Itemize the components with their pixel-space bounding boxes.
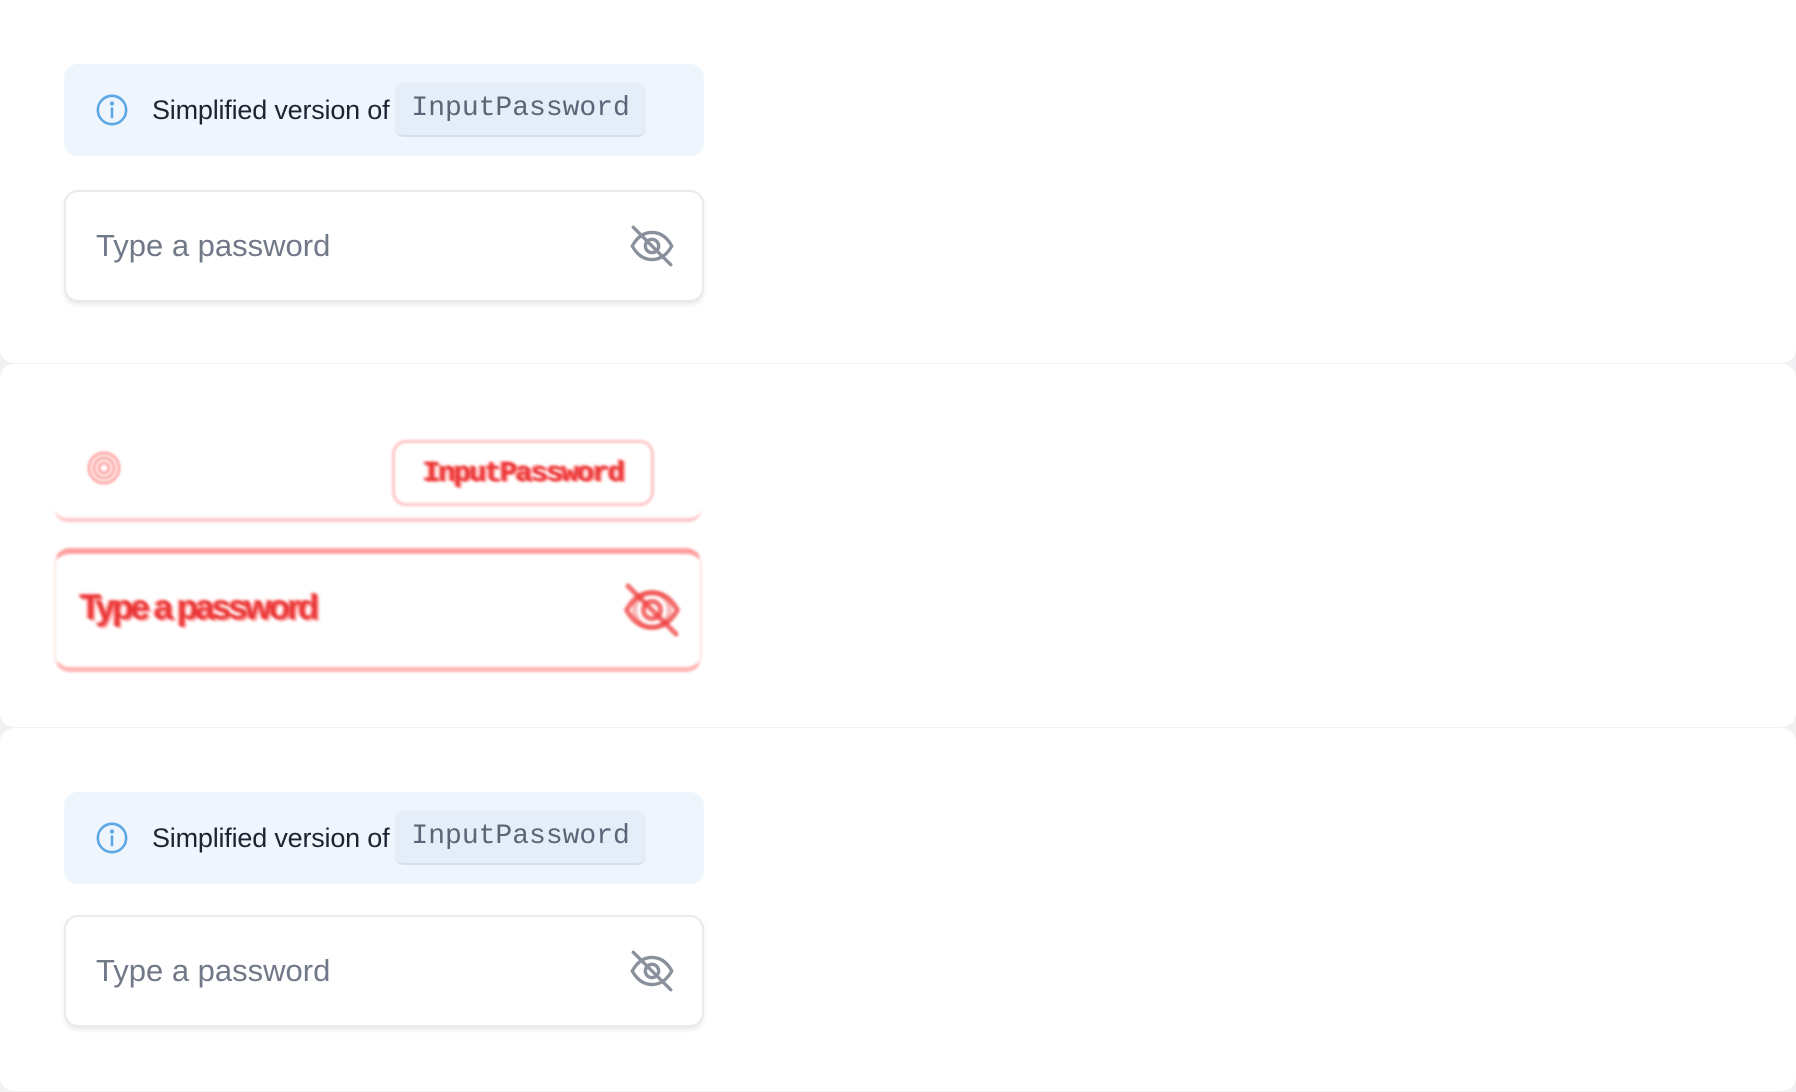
password-input[interactable] xyxy=(96,941,624,1001)
callout-text: Simplified version of xyxy=(152,94,390,125)
story-panel-bottom: Simplified version of InputPassword xyxy=(0,728,1796,1091)
info-callout: Simplified version of InputPassword xyxy=(64,64,704,156)
code-chip: InputPassword xyxy=(395,811,646,865)
code-chip: InputPassword xyxy=(395,83,646,137)
diff-code-chip: InputPassword xyxy=(392,440,654,506)
story-panel-top: Simplified version of InputPassword xyxy=(0,0,1796,363)
diff-panel xyxy=(0,364,1796,727)
diff-eye-off-icon xyxy=(620,578,684,642)
eye-off-icon[interactable] xyxy=(624,943,680,999)
password-input[interactable] xyxy=(96,216,624,276)
password-field xyxy=(64,915,704,1027)
info-icon xyxy=(94,92,130,128)
callout-text: Simplified version of xyxy=(152,822,390,853)
diff-placeholder: Type a password xyxy=(80,588,319,627)
diff-info-icon xyxy=(84,448,124,488)
info-callout: Simplified version of InputPassword xyxy=(64,792,704,884)
info-icon xyxy=(94,820,130,856)
password-field xyxy=(64,190,704,302)
eye-off-icon[interactable] xyxy=(624,218,680,274)
